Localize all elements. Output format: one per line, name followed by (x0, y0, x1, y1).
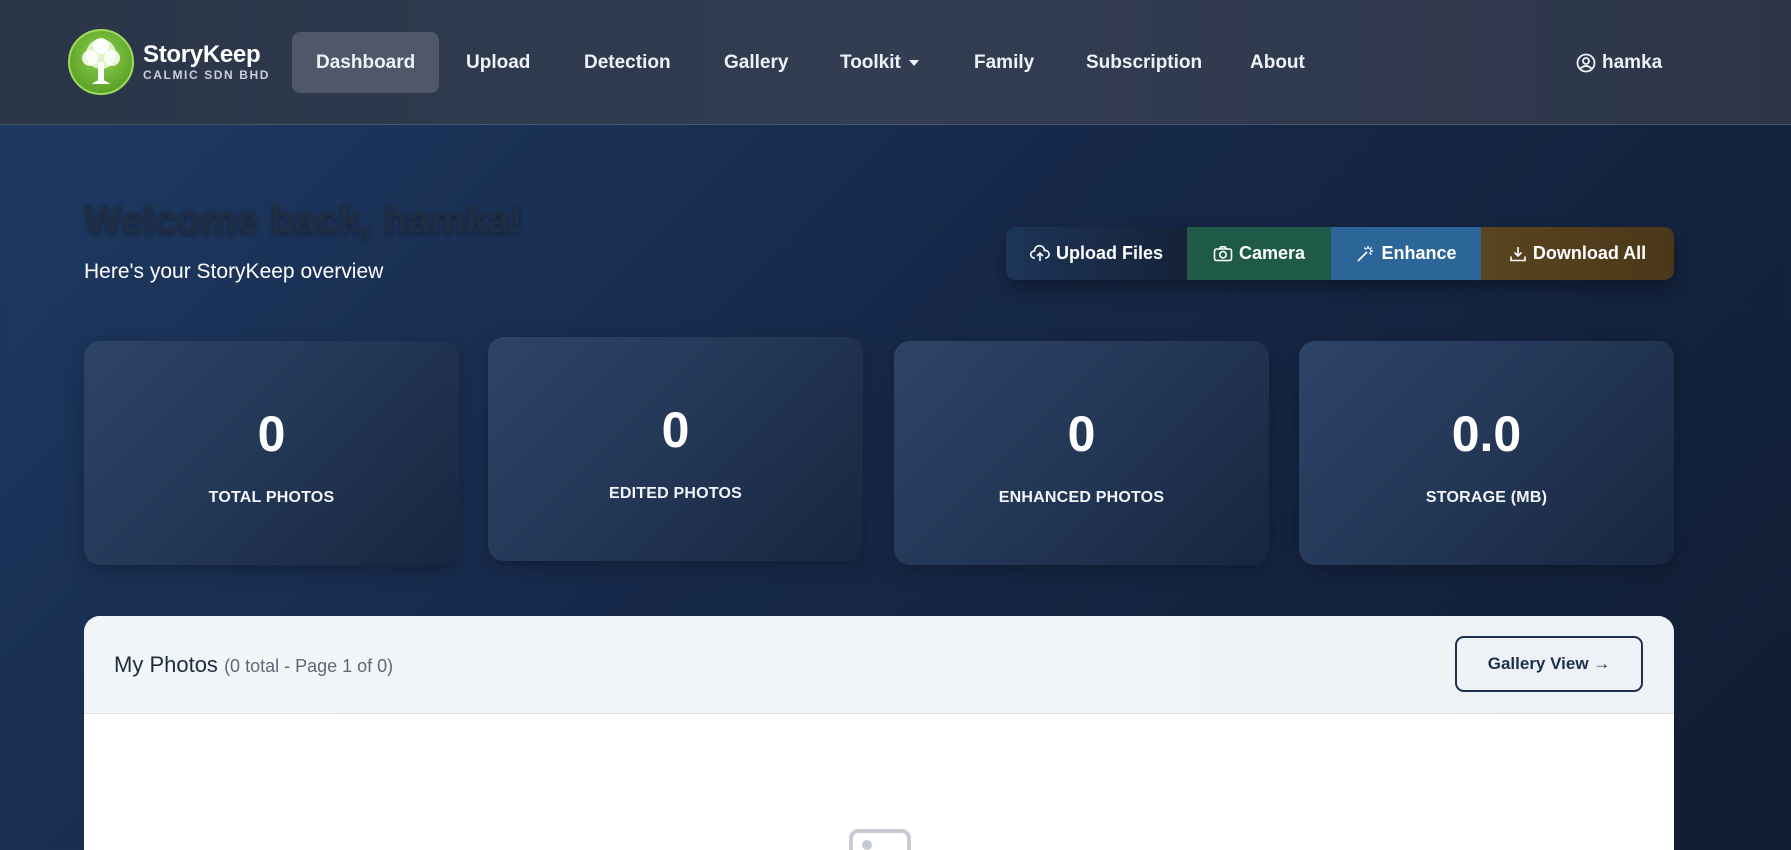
quick-actions: Upload Files Camera Enhance Download All (1006, 227, 1674, 280)
my-photos-title-row: My Photos (0 total - Page 1 of 0) (114, 652, 393, 678)
user-name: hamka (1602, 51, 1663, 73)
top-navbar: StoryKeep CALMIC SDN BHD Dashboard Uploa… (0, 0, 1791, 125)
stat-card-total-photos: 0 TOTAL PHOTOS (84, 341, 459, 565)
nav-dashboard[interactable]: Dashboard (292, 32, 440, 93)
stat-card-enhanced-photos: 0 ENHANCED PHOTOS (894, 341, 1269, 565)
upload-files-label: Upload Files (1055, 243, 1163, 263)
stat-value: 0 (1067, 406, 1096, 462)
cloud-upload-icon (1029, 244, 1050, 261)
image-placeholder-icon (848, 828, 912, 850)
nav-toolkit-label: Toolkit (840, 52, 901, 73)
enhance-button[interactable]: Enhance (1331, 227, 1481, 280)
stat-value: 0 (257, 406, 286, 462)
nav-upload[interactable]: Upload (442, 32, 554, 93)
brand[interactable]: StoryKeep CALMIC SDN BHD (68, 29, 270, 95)
magic-wand-icon (1357, 245, 1374, 262)
welcome-heading: Welcome back, hamka! (84, 198, 524, 242)
camera-icon (1213, 246, 1233, 262)
upload-files-button[interactable]: Upload Files (1006, 227, 1187, 280)
stat-card-edited-photos: 0 EDITED PHOTOS (488, 337, 863, 561)
caret-down-icon (908, 59, 919, 66)
stat-label: TOTAL PHOTOS (208, 489, 335, 506)
brand-subtitle: CALMIC SDN BHD (143, 68, 271, 82)
gallery-view-button[interactable]: Gallery View → (1455, 636, 1643, 692)
user-circle-icon (1576, 53, 1596, 72)
download-all-label: Download All (1532, 243, 1647, 263)
nav-toolkit-dropdown[interactable]: Toolkit (816, 32, 943, 93)
my-photos-header: My Photos (0 total - Page 1 of 0) Galler… (84, 616, 1674, 714)
download-icon (1510, 246, 1526, 261)
stat-label: EDITED PHOTOS (609, 485, 742, 502)
stat-label: STORAGE (MB) (1425, 489, 1548, 506)
user-menu[interactable]: hamka (1576, 32, 1662, 93)
camera-label: Camera (1238, 243, 1306, 263)
my-photos-title: My Photos (114, 652, 218, 677)
nav-gallery[interactable]: Gallery (700, 32, 812, 93)
nav-detection[interactable]: Detection (560, 32, 695, 93)
stat-label: ENHANCED PHOTOS (998, 489, 1165, 506)
brand-name: StoryKeep (143, 41, 261, 68)
my-photos-panel: My Photos (0 total - Page 1 of 0) Galler… (84, 616, 1674, 850)
download-all-button[interactable]: Download All (1481, 227, 1674, 280)
stat-value: 0.0 (1451, 406, 1522, 462)
stat-value: 0 (661, 402, 690, 458)
stat-card-storage: 0.0 STORAGE (MB) (1299, 341, 1674, 565)
overview-subtitle: Here's your StoryKeep overview (84, 260, 384, 283)
nav-family[interactable]: Family (950, 32, 1058, 93)
camera-button[interactable]: Camera (1187, 227, 1331, 280)
nav-about[interactable]: About (1226, 32, 1329, 93)
my-photos-count: (0 total - Page 1 of 0) (224, 656, 394, 676)
nav-subscription[interactable]: Subscription (1062, 32, 1226, 93)
tree-logo-icon (68, 29, 134, 95)
enhance-label: Enhance (1381, 243, 1457, 263)
